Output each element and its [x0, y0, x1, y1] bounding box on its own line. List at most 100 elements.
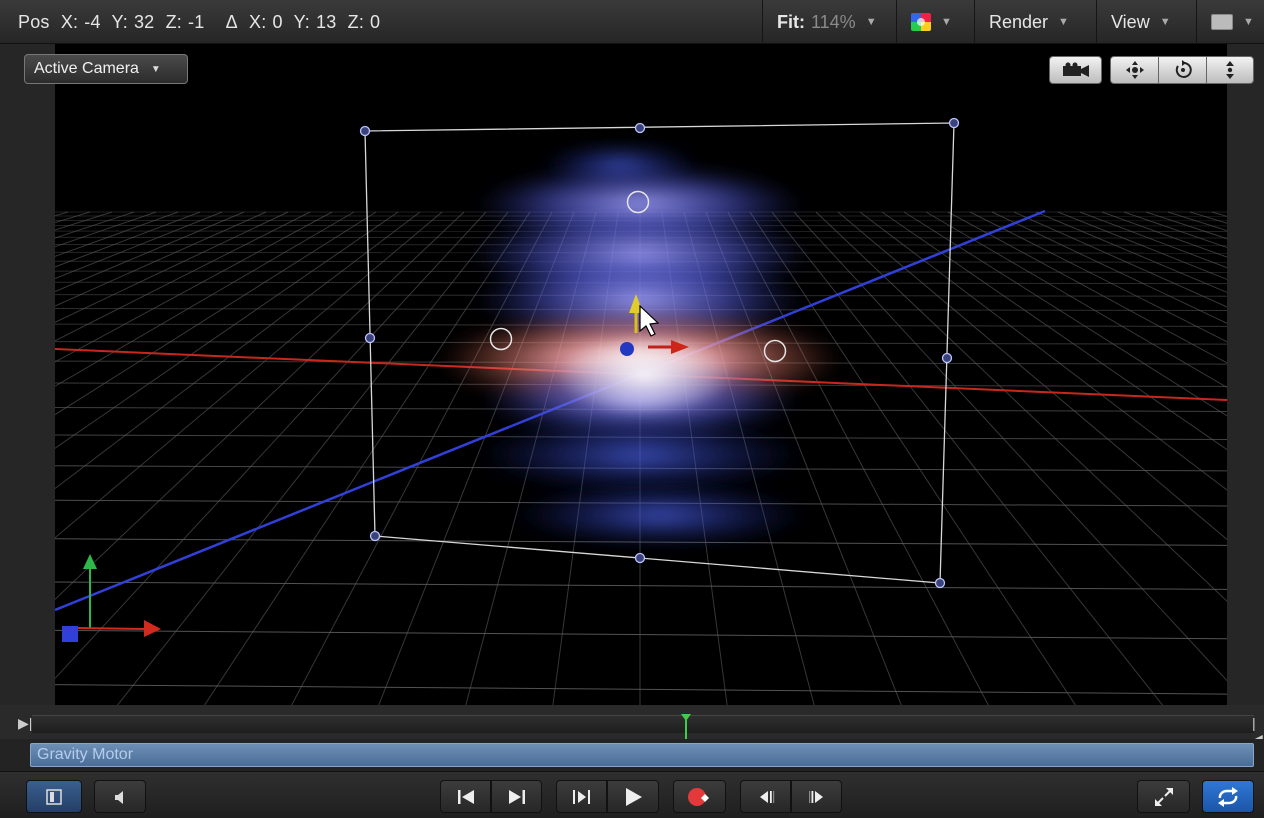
fullscreen-icon — [1154, 787, 1173, 806]
delta-y-value: 13 — [316, 12, 337, 32]
corner-handle[interactable] — [369, 530, 381, 542]
go-to-end-button[interactable] — [491, 780, 542, 813]
grid-line — [991, 211, 1227, 324]
timeline-ruler[interactable] — [32, 715, 1254, 733]
pos-label: Pos — [18, 12, 50, 32]
timeline-track: Gravity Motor — [0, 739, 1264, 771]
edge-handle[interactable] — [634, 122, 646, 134]
edge-handle[interactable] — [634, 552, 646, 564]
pan-icon — [1125, 61, 1144, 79]
grid-line — [771, 211, 1164, 705]
gizmo-z-handle[interactable] — [620, 342, 634, 356]
layer-bar-gravity-motor[interactable]: Gravity Motor — [30, 743, 1254, 767]
grid-line — [55, 581, 1227, 590]
grid-line — [837, 211, 1227, 541]
go-to-start-button[interactable] — [440, 780, 491, 813]
delta-z-value: 0 — [370, 12, 381, 32]
grid-line — [1057, 211, 1227, 280]
go-to-end-icon — [508, 789, 525, 804]
edge-handle[interactable] — [364, 332, 376, 344]
delta-x-value: 0 — [272, 12, 283, 32]
grid-line — [1101, 211, 1227, 258]
previous-frame-icon — [759, 790, 774, 803]
chevron-down-icon: ▼ — [1058, 16, 1069, 28]
edge-handle[interactable] — [941, 352, 953, 364]
grid-line — [903, 211, 1227, 417]
grid-line — [969, 211, 1227, 343]
dolly-button[interactable] — [1206, 56, 1254, 84]
record-button[interactable] — [673, 780, 726, 813]
x-axis-line — [75, 627, 146, 630]
loop-icon — [1218, 786, 1238, 807]
zoom-fit-menu[interactable]: Fit: 114% ▼ — [762, 0, 896, 44]
corner-handle[interactable] — [934, 577, 946, 589]
loop-playback-button[interactable] — [1202, 780, 1254, 813]
delta-y-label: Y: — [293, 12, 310, 32]
orientation-axes-widget — [62, 554, 161, 642]
fit-label: Fit: — [777, 11, 805, 32]
grid-line — [1013, 211, 1227, 308]
delta-label: Δ — [225, 12, 238, 32]
grid-line — [204, 211, 531, 705]
dolly-icon — [1226, 61, 1234, 79]
play-button[interactable] — [607, 780, 659, 813]
z-axis-cube — [62, 626, 78, 642]
chevron-down-icon: ▼ — [941, 16, 952, 28]
layout-menu[interactable]: ▼ — [1196, 0, 1264, 44]
canvas-status-bar: Pos X: -4 Y: 32 Z: -1 Δ X: 0 Y: 13 Z: 0 Fit: 1… — [0, 0, 1264, 44]
speaker-icon — [115, 790, 123, 804]
play-from-start-button[interactable] — [556, 780, 607, 813]
fullscreen-button[interactable] — [1137, 780, 1190, 813]
next-frame-icon — [808, 790, 823, 803]
mini-timeline[interactable]: ▶| |◀ — [0, 705, 1264, 747]
z-label: Z: — [165, 12, 182, 32]
grid-line — [1189, 211, 1227, 224]
particle-cloud[interactable] — [440, 143, 840, 547]
chevron-down-icon: ▼ — [1159, 16, 1171, 28]
grid-line — [1079, 211, 1227, 269]
play-icon — [626, 787, 642, 806]
chevron-down-icon: ▼ — [1243, 16, 1254, 28]
grid-line — [1167, 211, 1227, 232]
grid-line — [55, 684, 1227, 695]
y-value: 32 — [133, 12, 155, 32]
delta-z-label: Z: — [347, 12, 365, 32]
corner-handle[interactable] — [359, 125, 371, 137]
toggle-panel-button[interactable] — [26, 780, 82, 813]
play-range-in-marker[interactable]: ▶| — [18, 715, 32, 732]
view-menu[interactable]: View ▼ — [1096, 0, 1196, 44]
camera-view-button[interactable] — [1049, 56, 1102, 84]
x-label: X: — [60, 12, 79, 32]
playhead-icon[interactable] — [679, 711, 693, 739]
x-axis-arrow — [144, 620, 161, 637]
canvas-viewport[interactable] — [55, 44, 1227, 705]
canvas-right-margin — [1227, 44, 1264, 705]
grid-line — [859, 211, 1227, 491]
delta-x-label: X: — [249, 12, 267, 32]
transport-controls — [0, 771, 1264, 818]
corner-handle[interactable] — [948, 117, 960, 129]
grid-line — [881, 211, 1227, 451]
previous-frame-button[interactable] — [740, 780, 791, 813]
active-camera-menu[interactable]: Active Camera ▼ — [24, 54, 188, 84]
go-to-start-icon — [457, 789, 474, 804]
next-frame-button[interactable] — [791, 780, 842, 813]
canvas-left-margin — [0, 44, 55, 705]
panel-toggle-icon — [46, 788, 62, 805]
layout-icon — [1211, 14, 1233, 30]
audio-mute-button[interactable] — [94, 780, 146, 813]
particle-layer — [510, 483, 810, 547]
record-icon — [687, 787, 709, 806]
grid-line — [749, 211, 1076, 705]
render-menu[interactable]: Render ▼ — [974, 0, 1096, 44]
position-readout: Pos X: -4 Y: 32 Z: -1 Δ X: 0 Y: 13 Z: 0 — [18, 12, 386, 33]
pan-button[interactable] — [1110, 56, 1159, 84]
channels-menu[interactable]: ▼ — [896, 0, 974, 44]
grid-line — [55, 629, 1227, 640]
z-value: -1 — [188, 12, 205, 32]
3d-scene[interactable] — [55, 44, 1227, 705]
render-label: Render — [989, 11, 1049, 32]
orbit-button[interactable] — [1158, 56, 1207, 84]
camera-menu-label: Active Camera — [34, 60, 139, 77]
y-label: Y: — [111, 12, 128, 32]
